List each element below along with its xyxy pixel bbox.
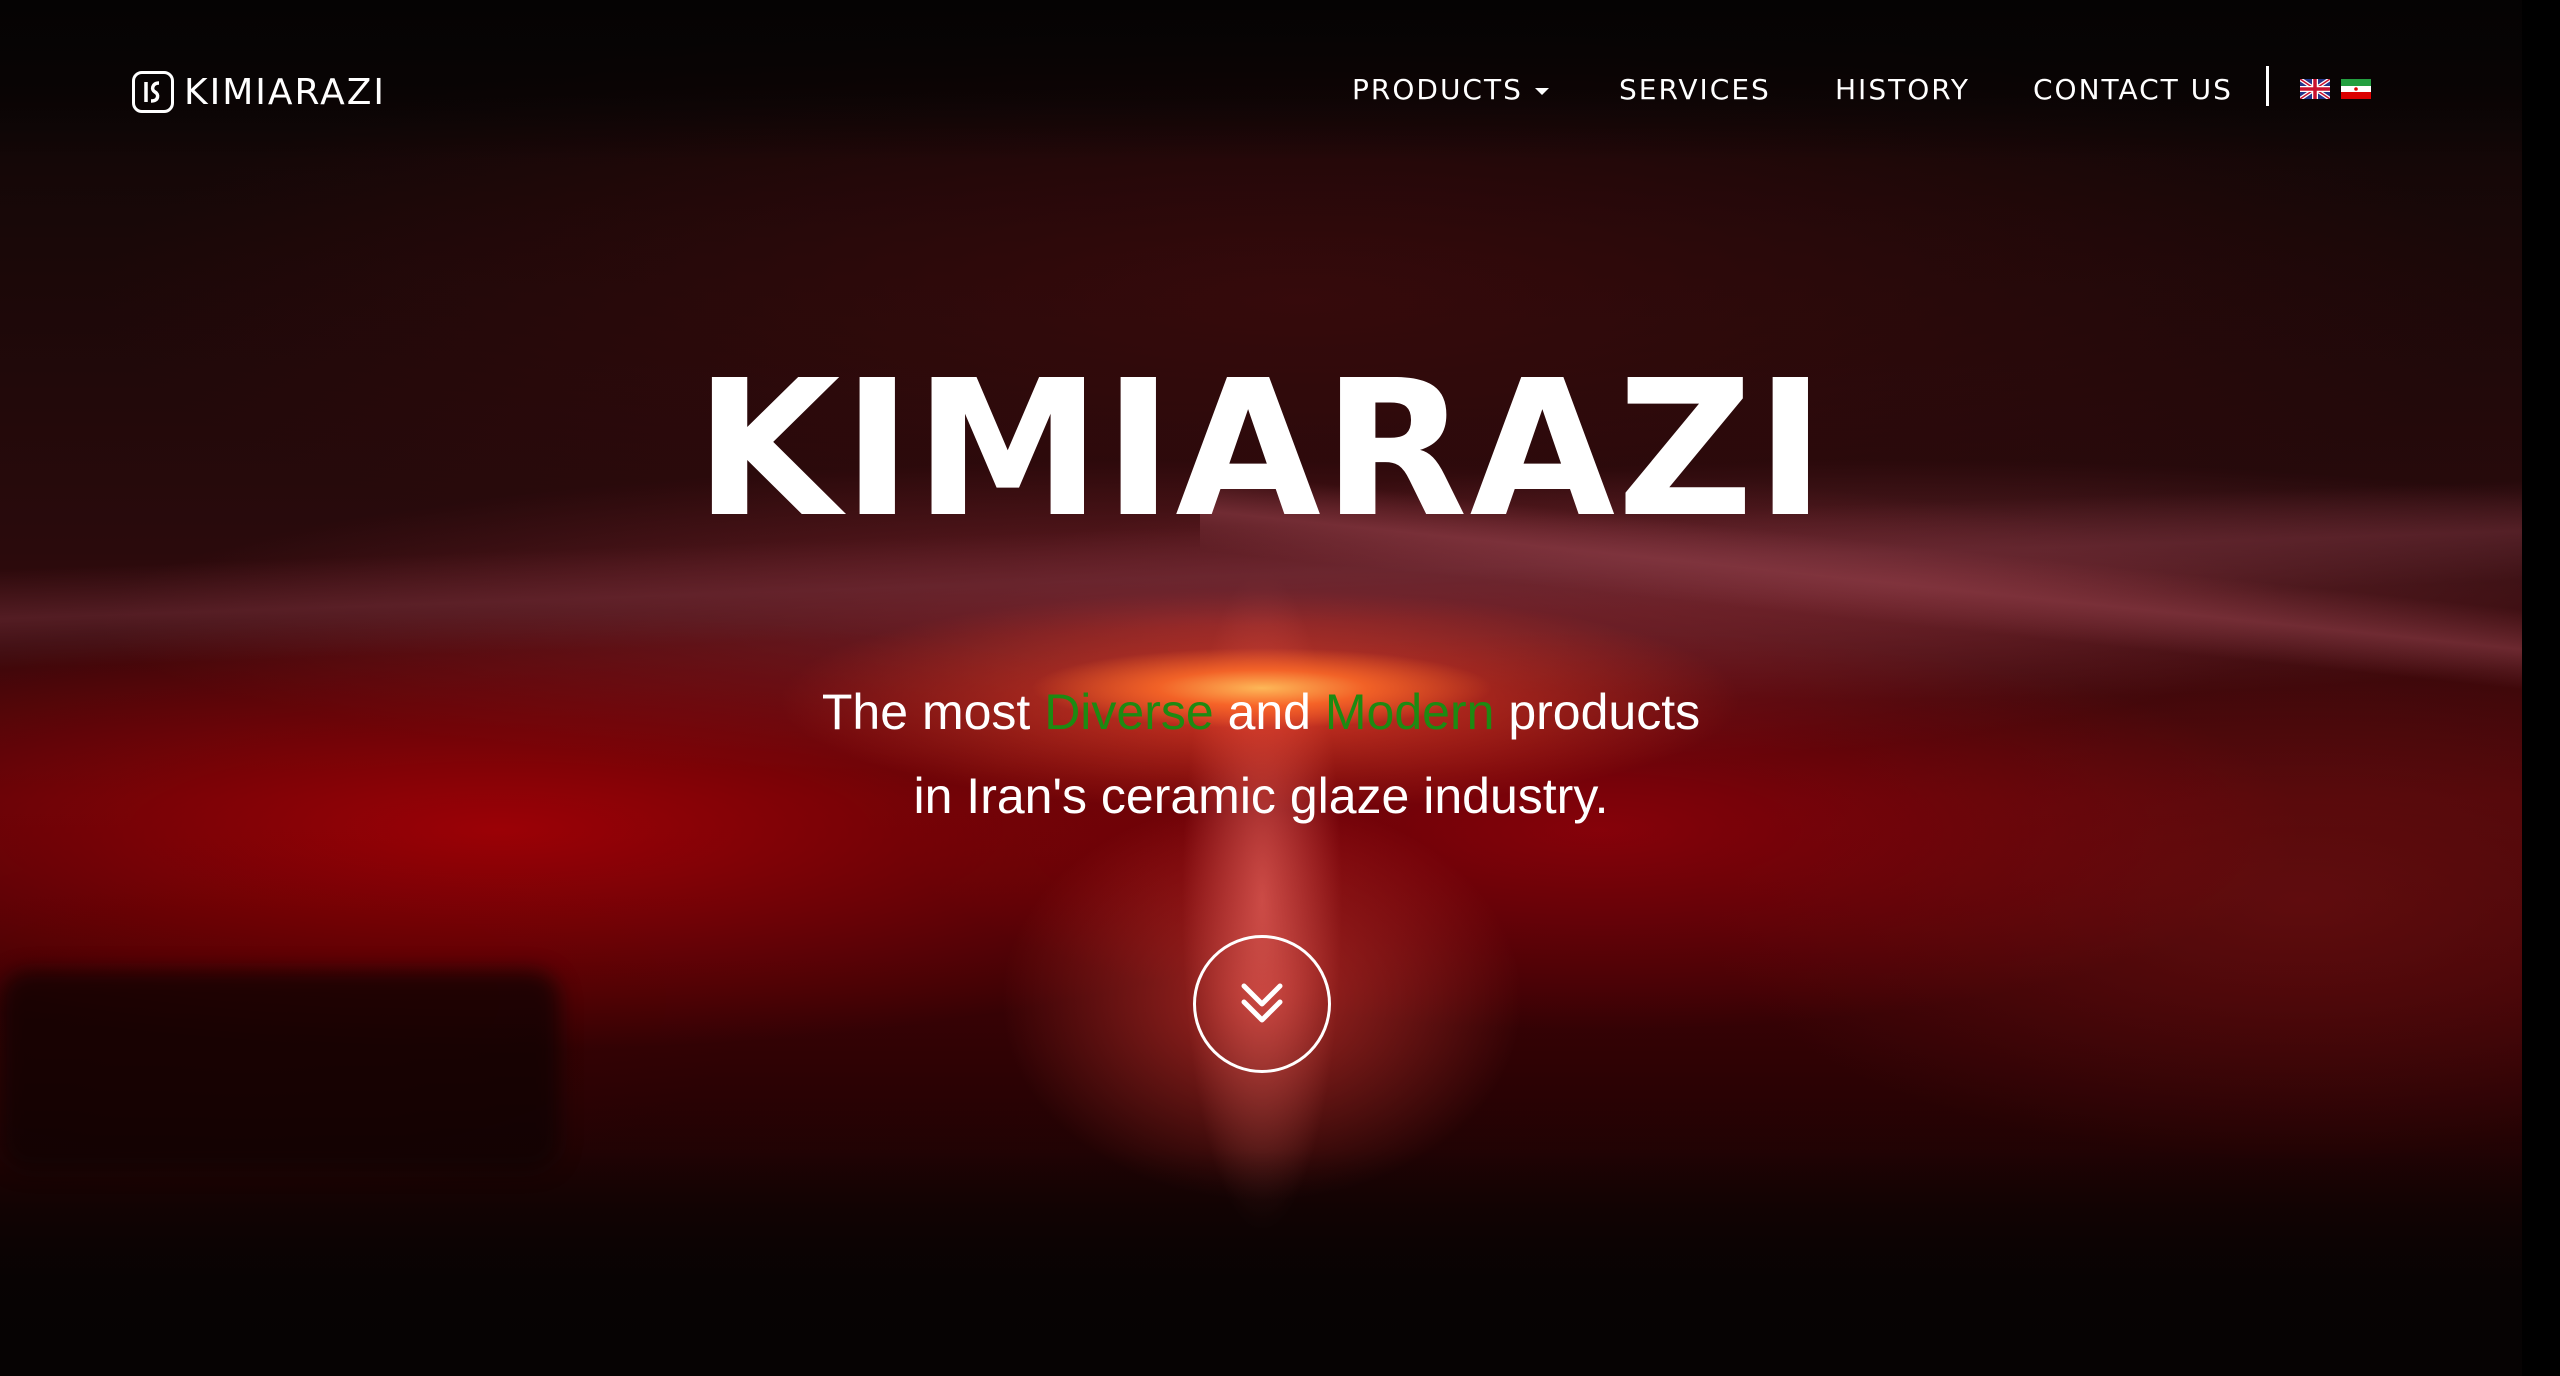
nav-item-services[interactable]: SERVICES [1619, 68, 1771, 112]
background-bottom-fade [0, 1150, 2560, 1376]
hero-subtitle-line-2: in Iran's ceramic glaze industry. [913, 768, 1609, 824]
subtitle-text: and [1213, 684, 1325, 740]
nav-item-history[interactable]: HISTORY [1835, 68, 1970, 112]
background-dark-shape [0, 970, 560, 1170]
iran-flag-icon[interactable] [2341, 79, 2371, 99]
uk-flag-icon[interactable] [2300, 79, 2330, 99]
subtitle-text: The most [821, 684, 1045, 740]
brand-name: KIMIARAZI [184, 71, 386, 113]
brand-link[interactable]: KIMIARAZI [132, 68, 386, 116]
kimiarazi-logo-icon [132, 71, 174, 113]
hero-subtitle-line-1: The most Diverse and Modern products [0, 670, 2522, 754]
hero-subtitle: The most Diverse and Modern products in … [0, 670, 2522, 838]
navbar: KIMIARAZI PRODUCTS SERVICES HISTORY CONT… [0, 0, 2560, 180]
subtitle-text: products [1494, 684, 1701, 740]
hero-section: KIMIARAZI PRODUCTS SERVICES HISTORY CONT… [0, 0, 2560, 1376]
subtitle-highlight-diverse: Diverse [1044, 684, 1214, 740]
nav-item-contact-us[interactable]: CONTACT US [2033, 68, 2233, 112]
nav-item-products[interactable]: PRODUCTS [1352, 68, 1549, 112]
hero-title: KIMIARAZI [694, 340, 1828, 559]
scroll-down-button[interactable] [1193, 935, 1331, 1073]
double-chevron-down-icon [1241, 983, 1283, 1023]
caret-down-icon [1534, 87, 1549, 95]
subtitle-highlight-modern: Modern [1324, 684, 1495, 740]
page-right-edge [2522, 0, 2560, 1376]
nav-item-products-label: PRODUCTS [1352, 73, 1523, 106]
nav-divider [2266, 66, 2269, 106]
